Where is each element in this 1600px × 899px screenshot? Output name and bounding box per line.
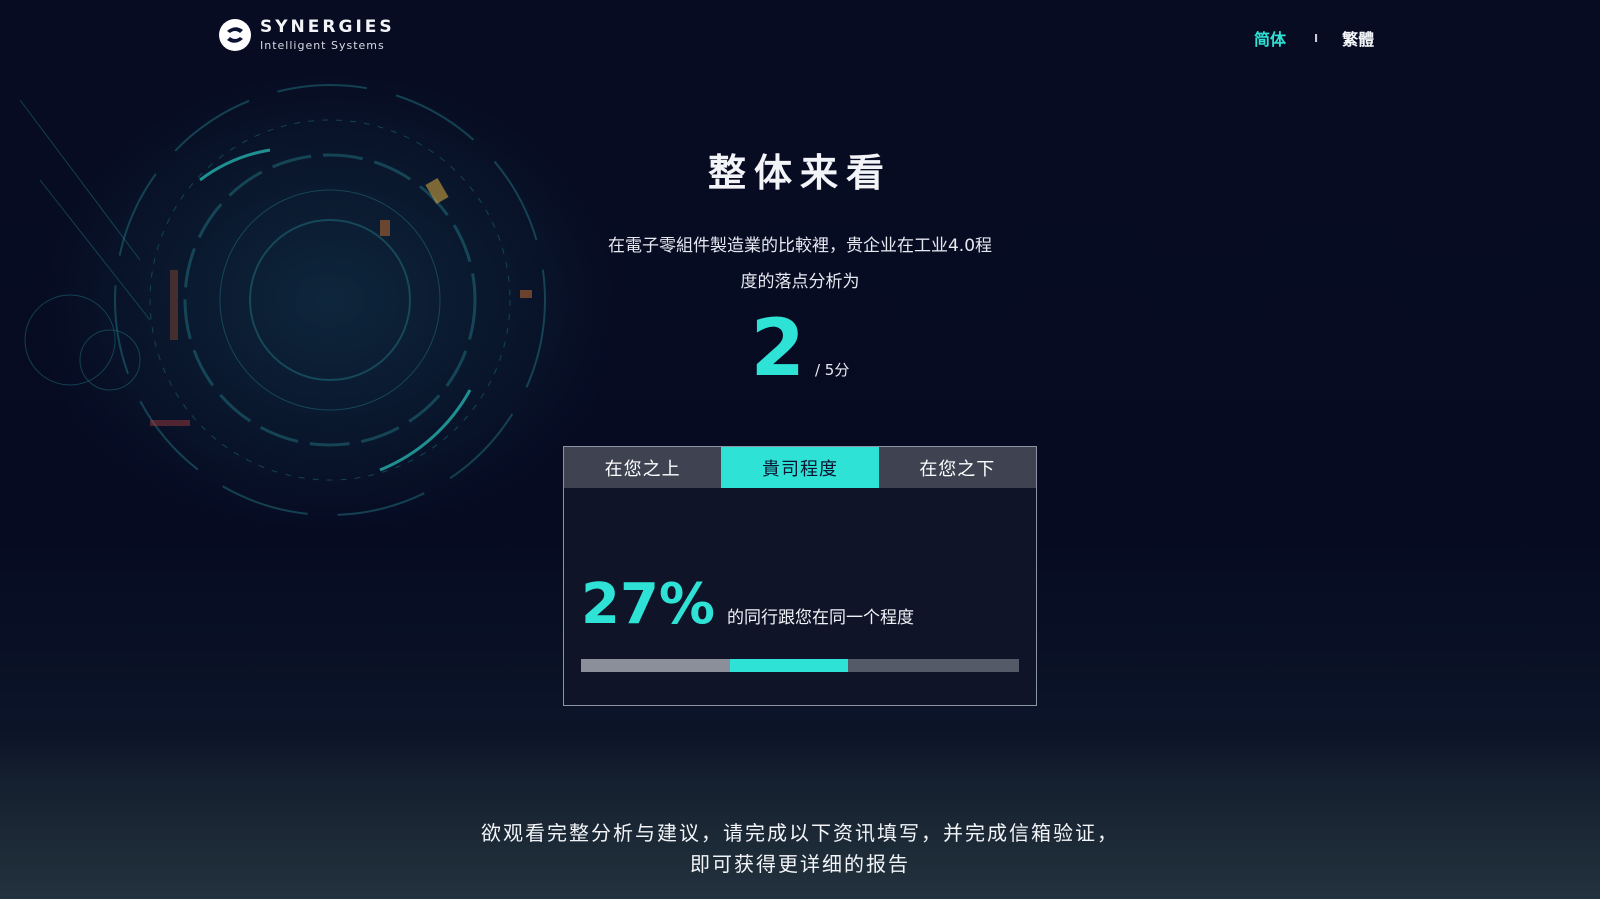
bar-segment-same-level <box>729 659 849 672</box>
score-value: 2 <box>750 304 805 394</box>
distribution-bar <box>581 659 1019 672</box>
score-display: 2 / 5分 <box>0 310 1600 388</box>
cta-line-2: 即可获得更详细的报告 <box>690 852 910 876</box>
synergies-logo-icon <box>219 19 251 51</box>
bar-segment-above <box>581 659 730 672</box>
brand-logo[interactable]: SYNERGIES Intelligent Systems <box>218 18 395 52</box>
brand-tagline: Intelligent Systems <box>260 39 385 52</box>
report-call-to-action: 欲观看完整分析与建议，请完成以下资讯填写，并完成信箱验证， 即可获得更详细的报告 <box>0 818 1600 880</box>
comparison-panel: 在您之上 貴司程度 在您之下 27% 的同行跟您在同一个程度 <box>563 446 1037 706</box>
language-switch: 简体 I 繁體 <box>1254 26 1374 50</box>
score-description: 在電子零組件製造業的比較裡，贵企业在工业4.0程 度的落点分析为 <box>560 228 1040 300</box>
peer-percentage: 27% <box>581 572 716 637</box>
lang-traditional-link[interactable]: 繁體 <box>1342 26 1374 50</box>
lang-separator: I <box>1314 31 1319 45</box>
description-line-2: 度的落点分析为 <box>740 272 860 292</box>
cta-line-1: 欲观看完整分析与建议，请完成以下资讯填写，并完成信箱验证， <box>481 821 1119 845</box>
bar-segment-below <box>848 659 1019 672</box>
brand-name: SYNERGIES <box>260 17 395 37</box>
tab-below-you[interactable]: 在您之下 <box>878 447 1036 488</box>
peer-percentage-text: 的同行跟您在同一个程度 <box>727 608 915 628</box>
score-total: / 5分 <box>814 361 850 379</box>
lang-simplified-link[interactable]: 简体 <box>1254 26 1286 50</box>
peer-percentage-row: 27% 的同行跟您在同一个程度 <box>581 577 914 633</box>
page-title: 整体来看 <box>707 151 892 195</box>
comparison-tabs: 在您之上 貴司程度 在您之下 <box>564 447 1036 488</box>
tab-above-you[interactable]: 在您之上 <box>564 447 722 488</box>
description-line-1: 在電子零組件製造業的比較裡，贵企业在工业4.0程 <box>607 236 993 256</box>
tab-your-level[interactable]: 貴司程度 <box>721 447 879 488</box>
